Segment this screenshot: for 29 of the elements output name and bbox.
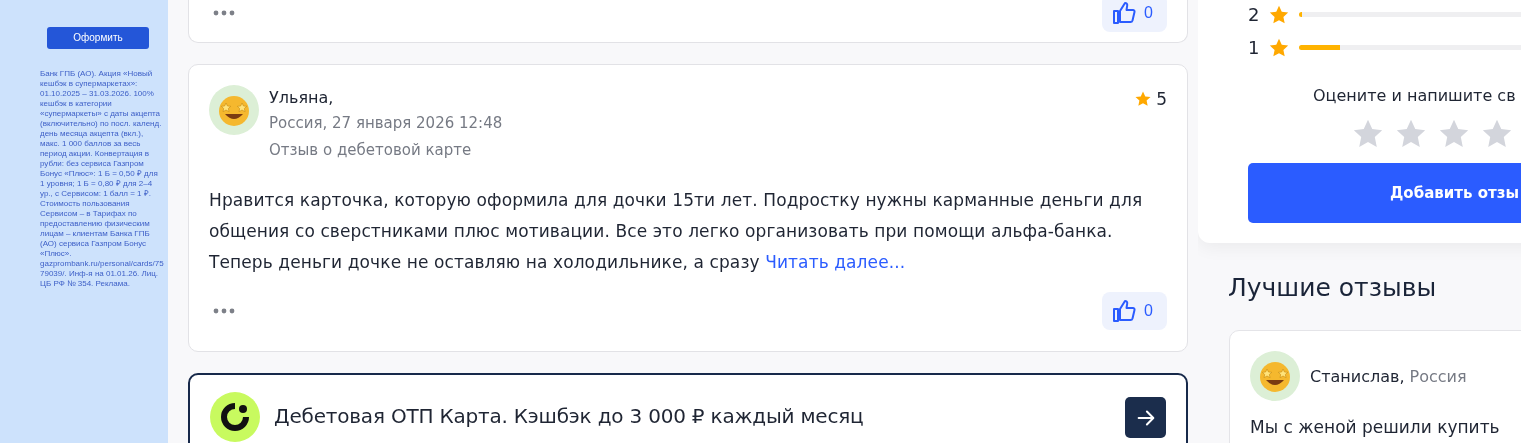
author-location: Россия: [1409, 366, 1467, 386]
author-name: Ульяна,: [269, 87, 335, 109]
rating-label: 1: [1248, 37, 1261, 58]
promo-title: Дебетовая ОТП Карта. Кэшбэк до 3 000 ₽ каждый месяц: [274, 404, 865, 428]
arrow-button[interactable]: [1125, 397, 1166, 438]
star-icon: [1134, 90, 1153, 108]
review-text: Нравится карточка, которую оформила для дочки 15ти лет. Подростку нужны карманные деньги для общения со сверстниками плюс мотивации. Все это легко организовать при помощи альфа-банка. Теперь деньги дочке не оставляю на холодильнике, а сразу Читать далее...: [209, 189, 1144, 274]
review-text: Мы с женой решили купить: [1250, 417, 1501, 437]
review-date: Россия, 27 января 2026 12:48: [269, 113, 504, 134]
promo-card[interactable]: Дебетовая ОТП Карта. Кэшбэк до 3 000 ₽ каждый месяц: [188, 373, 1188, 443]
add-review-button[interactable]: Добавить отзы: [1248, 163, 1521, 223]
like-button[interactable]: 0: [1102, 0, 1167, 32]
rating-label: 2: [1248, 4, 1261, 25]
section-title: Лучшие отзывы: [1228, 273, 1438, 302]
more-icon[interactable]: [213, 10, 235, 16]
apply-button[interactable]: Оформить: [47, 26, 149, 49]
read-more-link[interactable]: Читать далее...: [765, 252, 906, 272]
thumbs-up-icon: [1112, 299, 1137, 323]
rate-prompt: Оцените и напишите св: [1312, 86, 1517, 105]
like-button[interactable]: 0: [1102, 292, 1167, 330]
more-icon[interactable]: [213, 308, 235, 314]
rating-value: 5: [1156, 89, 1167, 109]
author-name: Станислав,: [1310, 366, 1405, 386]
disclaimer-text: Банк ГПБ (АО). Акция «Новый кешбэк в супермаркетах»: 01.10.2025 – 31.03.2026. 100% кешбэк в категории «супермаркеты» с даты акцепта (включительно) по посл. календ. день месяца акцепта (вкл.), макс. 1 000 баллов за весь период акции. Конвертация в рубли: без сервиса Газпром Бонус «Плюс»: 1 Б = 0,50 ₽ для 1 уровня; 1 Б = 0,80 ₽ для 2–4 ур., с Сервисом: 1 балл = 1 ₽. Стоимость пользования Сервисом – в Тарифах по предоставлению физическим лицам – клиентам Банка ГПБ (АО) сервиса Газпром Бонус «Плюс». gazprombank.ru/personal/cards/7579039/. Инф-я на 01.01.26. Лиц. ЦБ РФ № 354. Реклама.: [40, 68, 164, 289]
thumbs-up-icon: [1112, 1, 1137, 25]
bank-logo-icon: [210, 392, 260, 442]
emoji-avatar-icon: [209, 85, 259, 135]
emoji-avatar-icon: [1250, 351, 1300, 401]
review-subject: Отзыв о дебетовой карте: [269, 140, 473, 161]
